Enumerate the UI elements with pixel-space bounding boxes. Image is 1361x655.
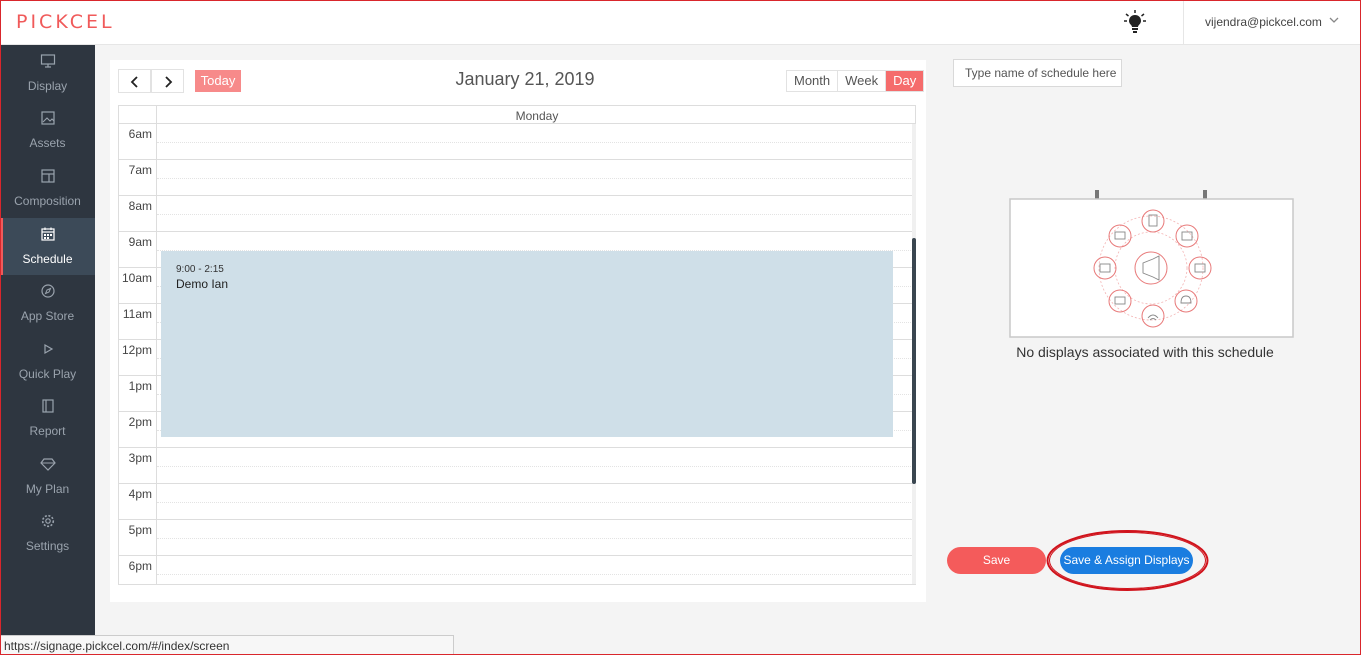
image-icon <box>41 111 55 125</box>
calendar-panel: Today January 21, 2019 Month Week Day Mo… <box>110 60 926 602</box>
user-email[interactable]: vijendra@pickcel.com <box>1205 15 1322 29</box>
hour-label: 7am <box>119 160 157 196</box>
sidebar-item-report[interactable]: Report <box>0 390 95 447</box>
sidebar-item-label: Quick Play <box>18 367 77 381</box>
chevron-left-icon <box>130 76 138 88</box>
time-slot[interactable]: 7am <box>119 160 915 196</box>
sidebar-item-label: Assets <box>29 136 66 150</box>
sidebar-item-label: My Plan <box>25 482 70 496</box>
axis-header-cell <box>119 106 157 124</box>
compass-icon <box>41 284 55 298</box>
sidebar-item-label: Schedule <box>22 252 73 266</box>
sidebar-item-composition[interactable]: Composition <box>0 160 95 217</box>
time-slot[interactable]: 8am <box>119 196 915 232</box>
no-displays-illustration <box>1009 190 1294 338</box>
layout-icon <box>41 169 55 183</box>
gear-icon <box>41 514 55 528</box>
monitor-icon <box>40 54 56 68</box>
calendar-event[interactable]: 9:00 - 2:15 Demo Ian <box>161 251 893 437</box>
time-slot[interactable]: 6am <box>119 124 915 160</box>
hour-label: 8am <box>119 196 157 232</box>
hour-label: 5pm <box>119 520 157 556</box>
view-switcher: Month Week Day <box>786 70 925 92</box>
diamond-icon <box>40 458 56 471</box>
hour-label: 2pm <box>119 412 157 448</box>
sidebar-item-app-store[interactable]: App Store <box>0 275 95 332</box>
event-time: 9:00 - 2:15 <box>176 264 224 275</box>
half-hour-line <box>157 466 915 467</box>
hour-label: 10am <box>119 268 157 304</box>
prev-button[interactable] <box>118 69 151 93</box>
month-view-button[interactable]: Month <box>787 71 839 91</box>
status-bar-url: https://signage.pickcel.com/#/index/scre… <box>0 635 454 655</box>
calendar-title: January 21, 2019 <box>455 69 595 89</box>
hour-label: 12pm <box>119 340 157 376</box>
time-slot[interactable]: 4pm <box>119 484 915 520</box>
sidebar-item-label: Display <box>27 79 68 93</box>
sidebar-item-my-plan[interactable]: My Plan <box>0 448 95 505</box>
sidebar-item-label: Composition <box>14 194 81 208</box>
sidebar-item-label: Report <box>29 424 66 438</box>
book-icon <box>42 399 54 413</box>
time-slot[interactable]: 6pm <box>119 556 915 584</box>
time-slots: 6am 7am 8am 9am 10am 11am 12pm 1pm 2pm 3… <box>119 124 915 584</box>
day-column-header: Monday <box>515 109 559 123</box>
sidebar-item-quick-play[interactable]: Quick Play <box>0 333 95 390</box>
half-hour-line <box>157 538 915 539</box>
header-divider <box>1183 0 1184 45</box>
save-and-assign-button[interactable]: Save & Assign Displays <box>1060 547 1193 574</box>
play-icon <box>44 343 54 355</box>
hour-label: 1pm <box>119 376 157 412</box>
schedule-name-input[interactable] <box>953 59 1122 87</box>
week-view-button[interactable]: Week <box>838 71 887 91</box>
sidebar-item-display[interactable]: Display <box>0 45 95 102</box>
sidebar: Display Assets Composition Schedule App … <box>0 45 95 655</box>
pickcel-logo[interactable]: PICKCEL <box>16 11 115 33</box>
no-displays-message: No displays associated with this schedul… <box>1016 344 1274 360</box>
sidebar-item-settings[interactable]: Settings <box>0 505 95 562</box>
half-hour-line <box>157 502 915 503</box>
save-button[interactable]: Save <box>947 547 1046 574</box>
half-hour-line <box>157 178 915 179</box>
hour-label: 11am <box>119 304 157 340</box>
day-grid[interactable]: Monday 6am 7am 8am 9am 10am 11am 12pm 1p… <box>118 105 916 585</box>
chevron-right-icon <box>165 76 173 88</box>
hour-label: 4pm <box>119 484 157 520</box>
hour-label: 3pm <box>119 448 157 484</box>
sidebar-item-label: Settings <box>25 539 70 553</box>
day-view-button[interactable]: Day <box>886 71 924 91</box>
sidebar-item-assets[interactable]: Assets <box>0 102 95 159</box>
hour-label: 6am <box>119 124 157 160</box>
lightbulb-icon[interactable] <box>1124 10 1146 34</box>
hour-label: 6pm <box>119 556 157 584</box>
calendar-icon <box>41 227 55 241</box>
time-slot[interactable]: 3pm <box>119 448 915 484</box>
half-hour-line <box>157 574 915 575</box>
time-slot[interactable]: 5pm <box>119 520 915 556</box>
grid-scrollbar-thumb[interactable] <box>912 238 916 484</box>
sidebar-item-label: App Store <box>20 309 75 323</box>
chevron-down-icon[interactable] <box>1328 14 1340 26</box>
half-hour-line <box>157 142 915 143</box>
grid-header: Monday <box>119 106 915 124</box>
top-header: PICKCEL vijendra@pickcel.com <box>0 0 1361 45</box>
next-button[interactable] <box>151 69 184 93</box>
event-title: Demo Ian <box>176 277 229 291</box>
hour-label: 9am <box>119 232 157 268</box>
sidebar-item-schedule[interactable]: Schedule <box>0 218 95 275</box>
half-hour-line <box>157 214 915 215</box>
today-button[interactable]: Today <box>195 70 241 92</box>
